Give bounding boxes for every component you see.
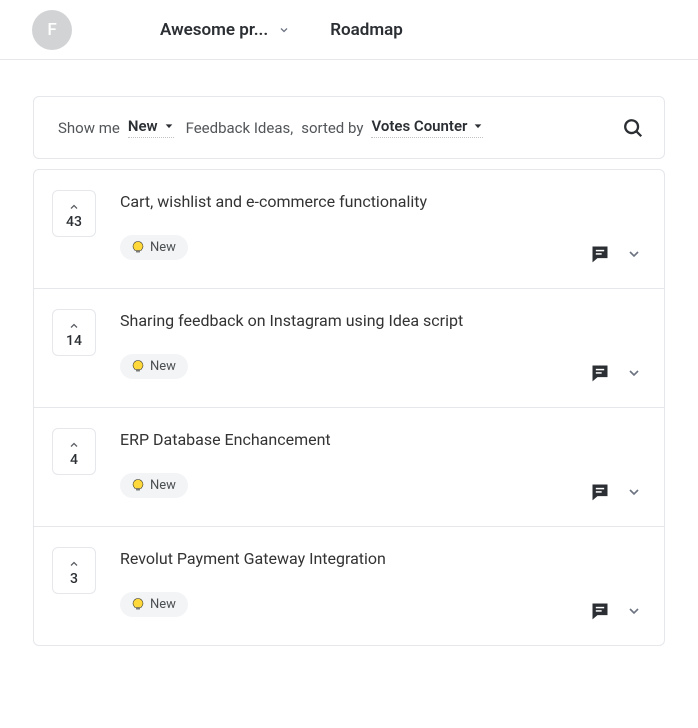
chevron-up-icon (65, 201, 83, 213)
item-title[interactable]: ERP Database Enchancement (120, 430, 642, 449)
project-switcher[interactable]: Awesome pr... (160, 20, 290, 40)
status-filter[interactable]: New (128, 117, 174, 138)
status-badge-label: New (150, 240, 176, 255)
comments-button[interactable] (590, 601, 610, 621)
sort-filter-value: Votes Counter (371, 117, 467, 135)
badges: New (120, 354, 642, 379)
roadmap-link[interactable]: Roadmap (330, 20, 403, 40)
item-body: Cart, wishlist and e-commerce functional… (120, 190, 642, 260)
filter-bar: Show me New Feedback Ideas, sorted by Vo… (33, 96, 665, 159)
badges: New (120, 235, 642, 260)
item-title[interactable]: Sharing feedback on Instagram using Idea… (120, 311, 642, 330)
item-actions (590, 601, 642, 621)
project-name: Awesome pr... (160, 20, 268, 40)
chevron-up-icon (65, 439, 83, 451)
feedback-item: 4 ERP Database Enchancement New (34, 408, 664, 527)
item-actions (590, 363, 642, 383)
status-badge: New (120, 354, 188, 379)
lightbulb-icon (132, 360, 144, 374)
item-actions (590, 482, 642, 502)
chevron-up-icon (65, 320, 83, 332)
feedback-item: 14 Sharing feedback on Instagram using I… (34, 289, 664, 408)
upvote-button[interactable]: 43 (52, 190, 96, 237)
comments-button[interactable] (590, 363, 610, 383)
status-badge: New (120, 592, 188, 617)
type-label: Feedback Ideas, (186, 119, 294, 137)
status-badge-label: New (150, 597, 176, 612)
chevron-down-icon (278, 24, 290, 36)
lightbulb-icon (132, 598, 144, 612)
search-button[interactable] (622, 117, 644, 139)
vote-count: 4 (70, 453, 78, 467)
comments-button[interactable] (590, 482, 610, 502)
app-header: F Awesome pr... Roadmap (0, 0, 698, 60)
item-body: Sharing feedback on Instagram using Idea… (120, 309, 642, 379)
avatar[interactable]: F (32, 10, 72, 50)
item-title[interactable]: Cart, wishlist and e-commerce functional… (120, 192, 642, 211)
status-badge: New (120, 235, 188, 260)
badges: New (120, 592, 642, 617)
sorted-by-label: sorted by (301, 119, 363, 137)
upvote-button[interactable]: 14 (52, 309, 96, 356)
sort-filter[interactable]: Votes Counter (371, 117, 483, 138)
feedback-list: 43 Cart, wishlist and e-commerce functio… (33, 169, 665, 646)
feedback-item: 3 Revolut Payment Gateway Integration Ne… (34, 527, 664, 645)
status-filter-value: New (128, 117, 158, 135)
item-body: Revolut Payment Gateway Integration New (120, 547, 642, 617)
lightbulb-icon (132, 241, 144, 255)
show-me-label: Show me (58, 119, 120, 137)
badges: New (120, 473, 642, 498)
vote-count: 43 (66, 215, 82, 229)
vote-count: 3 (70, 572, 78, 586)
item-actions (590, 244, 642, 264)
upvote-button[interactable]: 3 (52, 547, 96, 594)
status-badge-label: New (150, 478, 176, 493)
chevron-up-icon (65, 558, 83, 570)
comments-button[interactable] (590, 244, 610, 264)
status-badge-label: New (150, 359, 176, 374)
item-title[interactable]: Revolut Payment Gateway Integration (120, 549, 642, 568)
upvote-button[interactable]: 4 (52, 428, 96, 475)
feedback-item: 43 Cart, wishlist and e-commerce functio… (34, 170, 664, 289)
expand-button[interactable] (626, 246, 642, 262)
expand-button[interactable] (626, 484, 642, 500)
avatar-initial: F (47, 20, 56, 40)
expand-button[interactable] (626, 365, 642, 381)
expand-button[interactable] (626, 603, 642, 619)
lightbulb-icon (132, 479, 144, 493)
status-badge: New (120, 473, 188, 498)
vote-count: 14 (66, 334, 82, 348)
item-body: ERP Database Enchancement New (120, 428, 642, 498)
